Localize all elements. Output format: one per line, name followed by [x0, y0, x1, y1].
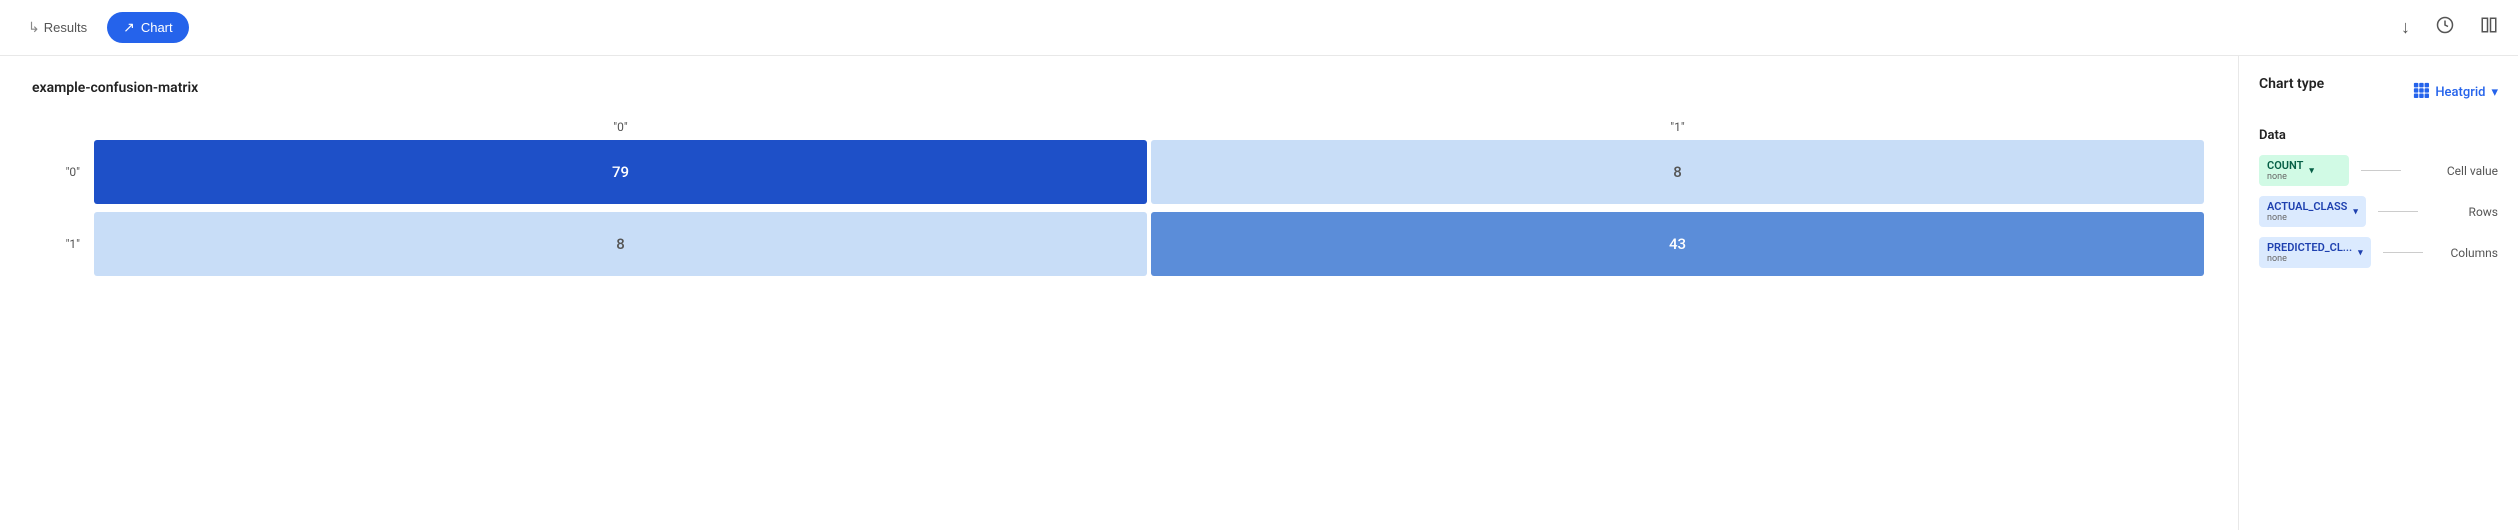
col-header-1: "1"	[1149, 120, 2206, 134]
chart-line-icon: ↗	[123, 19, 135, 36]
heatgrid-type-selector[interactable]: Heatgrid ▾	[2413, 82, 2498, 102]
cell-1-0: 8	[94, 212, 1147, 276]
predicted-row-label: Columns	[2450, 246, 2498, 260]
heatgrid-container: "0" "1" "0" 79 8 "1" 8 43	[32, 120, 2206, 276]
top-bar: ↳ Results ↗ Chart ↓	[0, 0, 2518, 56]
count-tag-label: COUNTnone	[2267, 159, 2303, 182]
row-label-0: "0"	[32, 165, 92, 179]
download-button[interactable]: ↓	[2397, 13, 2414, 42]
data-row-count-left: COUNTnone ▾	[2259, 155, 2405, 186]
cell-1-1: 43	[1151, 212, 2204, 276]
chart-label: Chart	[141, 20, 173, 35]
chart-type-label: Chart type	[2259, 76, 2324, 92]
predicted-class-tag-label: PREDICTED_CL...none	[2267, 241, 2352, 264]
clock-icon	[2436, 16, 2454, 39]
main-content: example-confusion-matrix "0" "1" "0" 79 …	[0, 56, 2518, 530]
count-tag[interactable]: COUNTnone ▾	[2259, 155, 2349, 186]
actual-class-chevron: ▾	[2353, 207, 2358, 217]
predicted-class-chevron: ▾	[2358, 248, 2363, 258]
heatgrid-chevron-icon: ▾	[2491, 85, 2498, 100]
download-icon: ↓	[2401, 17, 2410, 38]
top-bar-right: ↓	[2397, 12, 2502, 43]
data-row-actual-left: ACTUAL_CLASSnone ▾	[2259, 196, 2422, 227]
sidebar: Chart type Heatgrid	[2238, 56, 2518, 530]
count-row-label: Cell value	[2447, 164, 2498, 178]
chart-area: example-confusion-matrix "0" "1" "0" 79 …	[0, 56, 2238, 530]
predicted-dash-line	[2383, 252, 2423, 253]
top-bar-left: ↳ Results ↗ Chart	[16, 12, 189, 43]
data-row-actual: ACTUAL_CLASSnone ▾ Rows	[2259, 196, 2498, 227]
chart-title: example-confusion-matrix	[32, 80, 2206, 96]
actual-class-tag[interactable]: ACTUAL_CLASSnone ▾	[2259, 196, 2366, 227]
results-label: Results	[44, 20, 87, 35]
heatgrid-row-0: "0" 79 8	[32, 140, 2206, 204]
cell-0-0: 79	[94, 140, 1147, 204]
clock-button[interactable]	[2432, 12, 2458, 43]
data-row-count: COUNTnone ▾ Cell value	[2259, 155, 2498, 186]
heatgrid-row-1: "1" 8 43	[32, 212, 2206, 276]
actual-class-tag-label: ACTUAL_CLASSnone	[2267, 200, 2347, 223]
heatgrid-grid-icon	[2413, 82, 2429, 102]
results-arrow-icon: ↳	[28, 19, 40, 36]
heatgrid-header: "0" "1"	[92, 120, 2206, 134]
cell-0-1: 8	[1151, 140, 2204, 204]
data-section-title: Data	[2259, 128, 2498, 143]
actual-dash-line	[2378, 211, 2418, 212]
data-row-predicted-left: PREDICTED_CL...none ▾	[2259, 237, 2427, 268]
layout-button[interactable]	[2476, 12, 2502, 43]
results-button[interactable]: ↳ Results	[16, 13, 99, 42]
col-header-0: "0"	[92, 120, 1149, 134]
layout-icon	[2480, 16, 2498, 39]
chart-type-row: Chart type Heatgrid	[2259, 76, 2498, 108]
actual-row-label: Rows	[2469, 205, 2498, 219]
data-row-predicted: PREDICTED_CL...none ▾ Columns	[2259, 237, 2498, 268]
heatgrid-label: Heatgrid	[2435, 85, 2485, 100]
count-dash-line	[2361, 170, 2401, 171]
chart-button[interactable]: ↗ Chart	[107, 12, 189, 43]
count-tag-chevron: ▾	[2309, 166, 2314, 176]
row-label-1: "1"	[32, 237, 92, 251]
predicted-class-tag[interactable]: PREDICTED_CL...none ▾	[2259, 237, 2371, 268]
